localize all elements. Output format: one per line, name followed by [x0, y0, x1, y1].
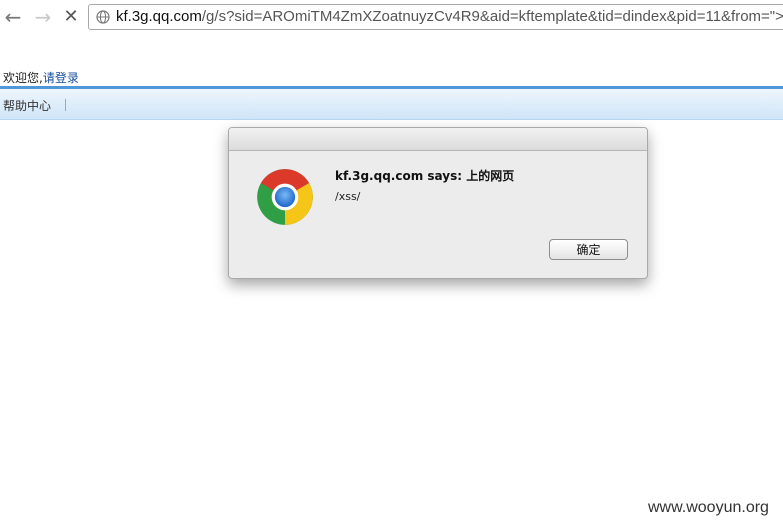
- dialog-title-site: kf.3g.qq.com says:: [335, 169, 463, 183]
- welcome-bar: 欢迎您,请登录: [3, 69, 79, 86]
- address-bar[interactable]: kf.3g.qq.com/g/s?sid=AROmiTM4ZmXZoatnuyz…: [88, 4, 783, 30]
- stop-x-icon[interactable]: ✕: [60, 6, 82, 28]
- dialog-titlebar[interactable]: [229, 128, 647, 151]
- url-text: kf.3g.qq.com/g/s?sid=AROmiTM4ZmXZoatnuyz…: [116, 8, 783, 25]
- ok-button[interactable]: 确定: [549, 239, 628, 260]
- dialog-title: kf.3g.qq.com says: 上的网页: [335, 167, 514, 184]
- watermark: www.wooyun.org: [648, 499, 769, 516]
- back-arrow-icon[interactable]: ←: [2, 6, 24, 28]
- chrome-logo-icon: [257, 169, 313, 225]
- nav-help-center[interactable]: 帮助中心: [3, 97, 51, 114]
- url-path: /g/s?sid=AROmiTM4ZmXZoatnuyzCv4R9&aid=kf…: [201, 8, 783, 25]
- nav-separator: [65, 99, 66, 111]
- alert-dialog: kf.3g.qq.com says: 上的网页 /xss/ 确定: [228, 127, 648, 279]
- nav-bar: 帮助中心: [0, 89, 783, 120]
- forward-arrow-icon[interactable]: →: [32, 6, 54, 28]
- globe-icon: [96, 10, 110, 24]
- dialog-title-suffix: 上的网页: [462, 169, 515, 183]
- dialog-message: /xss/: [335, 190, 361, 203]
- url-host: kf.3g.qq.com: [116, 8, 202, 25]
- login-link[interactable]: 请登录: [43, 71, 79, 85]
- welcome-text: 欢迎您,: [3, 71, 43, 85]
- browser-toolbar: ← → ✕ kf.3g.qq.com/g/s?sid=AROmiTM4ZmXZo…: [0, 0, 783, 36]
